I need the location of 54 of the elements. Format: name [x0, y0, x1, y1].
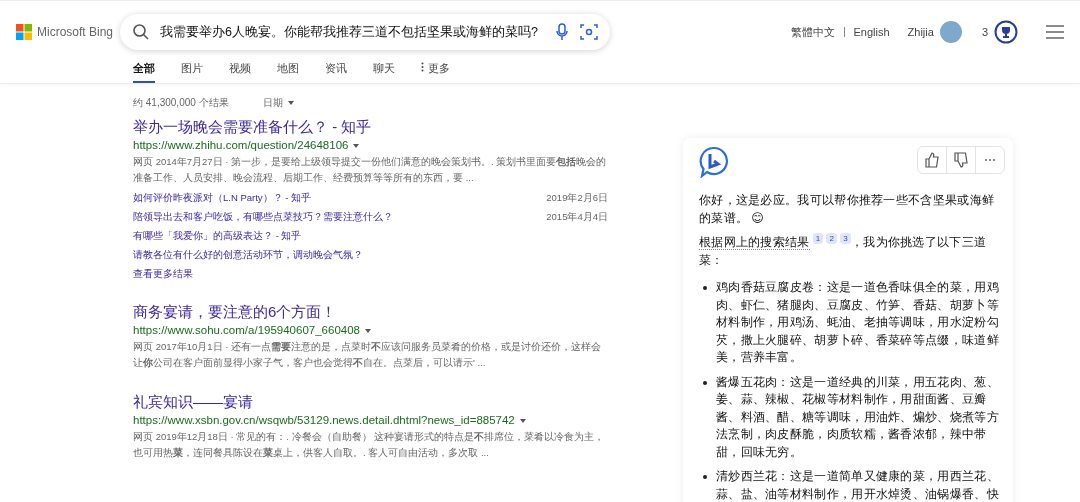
result-url[interactable]: https://www.xsbn.gov.cn/wsqwb/53129.news.detail.dhtml?news_id=885742: [133, 414, 608, 426]
result-url[interactable]: https://www.sohu.com/a/195940607_660408: [133, 324, 608, 336]
search-icon: [132, 23, 150, 41]
caret-icon[interactable]: [287, 101, 294, 106]
citation-link[interactable]: 1: [812, 233, 824, 244]
sub-result-link[interactable]: 如何评价昨夜派对（L.N Party）？ - 知乎: [133, 192, 312, 205]
result-snippet: 网页 2014年7月27日 · 第一步，是要给上级领导提交一份他们满意的晚会策划书。. 策划书里面要包括晚会的准备工作、人员安排、晚会流程、后期工作、经费预算等等所有的东西，要 ...: [133, 155, 608, 185]
tab[interactable]: 聊天: [373, 55, 421, 83]
microphone-icon[interactable]: [556, 23, 568, 41]
tab[interactable]: 资讯: [325, 55, 373, 83]
caret-icon[interactable]: [353, 143, 360, 148]
tab[interactable]: 地图: [277, 55, 325, 83]
more-dots-icon: [421, 62, 424, 72]
result-count: 约 41,300,000 个结果: [133, 96, 229, 110]
result-snippet: 网页 2017年10月1日 · 还有一点需要注意的是，点菜时不应该问服务员菜肴的价格，或是讨价还价，这样会让你公司在客户面前显得小家子气，客户也会觉得不自在。点菜后，可以请示' ...: [133, 340, 603, 370]
menu-icon[interactable]: [1046, 25, 1064, 39]
caret-icon[interactable]: [519, 418, 526, 423]
citation-link[interactable]: 2: [826, 233, 838, 244]
dish-description: 酱爆五花肉：这是一道经典的川菜，用五花肉、葱、姜、蒜、辣椒、花椒等材料制作，用甜面酱、豆瓣酱、料酒、醋、糖等调味，用油炸、煸炒、烧煮等方法烹制，肉皮酥脆，肉质软糯，酱香浓郁，辣中带甜，回味无穷。: [716, 373, 1000, 461]
language-link[interactable]: 繁體中文: [790, 24, 835, 40]
bullet-icon: [703, 475, 707, 479]
tab[interactable]: 更多: [421, 55, 469, 83]
dish-description: 鸡肉香菇豆腐皮卷：这是一道色香味俱全的菜，用鸡肉、虾仁、猪腿肉、豆腐皮、竹笋、香菇、胡萝卜等材料制作，用鸡汤、蚝油、老抽等调味，用水淀粉勾芡，撒上火腿碎、胡萝卜碎、香菜碎等点缀，味道鲜美，营养丰富。: [716, 279, 1000, 366]
dish-description: 清炒西兰花：这是一道简单又健康的菜，用西兰花、蒜、盐、油等材料制作，用开水焯烫、油锅爆香、快: [716, 468, 1000, 502]
chat-greeting: 你好，这是必应。我可以帮你推荐一些不含坚果或海鲜的菜谱。 😊: [699, 192, 996, 227]
logo-icon: [16, 24, 32, 40]
tab[interactable]: 视频: [229, 55, 277, 83]
result-title-link[interactable]: 商务宴请，要注意的6个方面！: [133, 303, 608, 322]
bullet-icon: [703, 286, 707, 290]
logo-text[interactable]: Microsoft Bing: [37, 25, 114, 39]
rewards-count[interactable]: 3: [981, 26, 988, 38]
user-name[interactable]: Zhijia: [907, 26, 934, 38]
bullet-icon: [703, 380, 707, 385]
date-filter[interactable]: 日期: [262, 96, 294, 110]
result-title-link[interactable]: 举办一场晚会需要准备什么？ - 知乎: [133, 118, 608, 137]
result-url[interactable]: https://www.zhihu.com/question/24648106: [133, 139, 608, 151]
trophy-icon[interactable]: [994, 20, 1018, 44]
sub-result-link[interactable]: 请教各位有什么好的创意活动环节，调动晚会气氛？: [133, 249, 363, 262]
search-field[interactable]: 我需要举办6人晚宴。你能帮我推荐三道不包括坚果或海鲜的菜吗?: [120, 14, 610, 50]
sub-result-date: 2019年2月6日: [546, 192, 608, 205]
sub-result-link[interactable]: 有哪些「我爱你」的高级表达？ - 知乎: [133, 230, 302, 243]
sources-link[interactable]: 根据网上的搜索结果: [699, 235, 810, 250]
result-snippet: 网页 2019年12月18日 · 常见的有：. 冷餐会（自助餐） 这种宴请形式的特点是不排席位，菜肴以冷食为主，也可用热菜，连同餐具陈设在菜桌上，供客人自取。. 客人可自由活动，多次取 ...: [133, 430, 606, 460]
sub-result-link[interactable]: 陪领导出去和客户吃饭，有哪些点菜技巧？需要注意什么？: [133, 211, 393, 224]
tab[interactable]: 全部: [133, 55, 155, 83]
chat-logo-icon: [699, 146, 729, 178]
sub-result-date: 2015年4月4日: [546, 211, 608, 224]
more-results-link[interactable]: 查看更多结果: [133, 268, 608, 281]
caret-icon[interactable]: [364, 328, 371, 333]
camera-icon[interactable]: [580, 23, 598, 41]
citation-link[interactable]: 3: [840, 233, 851, 244]
result-title-link[interactable]: 礼宾知识——宴请: [133, 393, 608, 412]
tab[interactable]: 图片: [181, 55, 229, 83]
language-link[interactable]: English: [853, 26, 890, 38]
